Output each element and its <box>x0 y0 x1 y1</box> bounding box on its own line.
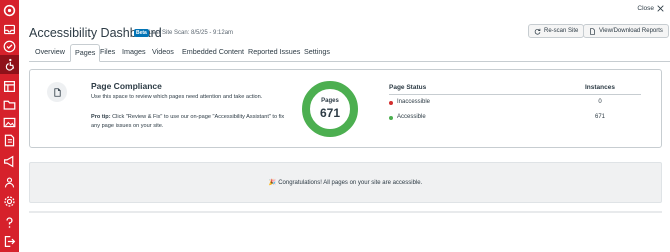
check-circle-icon[interactable] <box>2 39 17 54</box>
rescan-label: Re-scan Site <box>544 28 579 34</box>
donut-value: 671 <box>319 106 341 120</box>
rescan-button[interactable]: Re-scan Site <box>528 24 585 38</box>
images-icon[interactable] <box>2 115 17 130</box>
pro-tip-label: Pro tip: <box>91 114 111 120</box>
close-label: Close <box>637 5 654 12</box>
tab-reported-issues[interactable]: Reported Issues <box>248 47 300 56</box>
last-scan-text: Last Site Scan: 8/5/25 - 9:12am <box>149 30 234 36</box>
tab-overview[interactable]: Overview <box>35 47 65 56</box>
status-label-accessible: Accessible <box>397 114 426 120</box>
inbox-icon[interactable] <box>2 22 17 37</box>
tab-bar: Overview Pages Files Images Videos Embed… <box>29 44 670 62</box>
congratulations-banner: 🎉 Congratulations! All pages on your sit… <box>29 162 662 203</box>
document-icon <box>590 27 595 35</box>
status-dot-accessible <box>389 116 393 120</box>
download-reports-label: View/Download Reports <box>599 28 663 34</box>
logo-icon[interactable] <box>2 3 17 18</box>
users-icon[interactable] <box>2 175 17 190</box>
tab-videos[interactable]: Videos <box>152 47 174 56</box>
document-icon <box>47 82 67 102</box>
status-value-accessible: 671 <box>594 114 605 120</box>
refresh-icon <box>534 28 541 35</box>
pro-tip: Pro tip: Click "Review & Fix" to use our… <box>91 113 291 131</box>
instances-column-header: Instances <box>585 84 615 91</box>
help-icon[interactable] <box>2 215 17 230</box>
main-content: Close Accessibility Dashboard Beta Last … <box>19 0 670 252</box>
settings-icon[interactable] <box>2 194 17 209</box>
divider <box>29 211 662 213</box>
tab-embedded-content[interactable]: Embedded Content <box>182 47 244 56</box>
page-compliance-panel: Page Compliance Use this space to review… <box>29 69 662 148</box>
pro-tip-text: Click "Review & Fix" to use our on-page … <box>91 114 285 129</box>
folder-icon[interactable] <box>2 97 17 112</box>
document-money-icon[interactable] <box>2 133 17 148</box>
close-button[interactable]: Close <box>637 5 664 12</box>
congratulations-message: Congratulations! All pages on your site … <box>278 179 423 186</box>
app-sidebar <box>0 0 19 252</box>
download-reports-button[interactable]: View/Download Reports <box>583 24 669 38</box>
close-icon <box>657 5 664 12</box>
tab-settings[interactable]: Settings <box>304 47 330 56</box>
beta-badge: Beta <box>134 29 149 37</box>
layout-icon[interactable] <box>2 79 17 94</box>
table-divider <box>389 94 641 95</box>
party-icon: 🎉 <box>268 180 277 186</box>
compliance-title: Page Compliance <box>91 81 162 91</box>
status-label-inaccessible: Inaccessible <box>397 99 431 105</box>
logout-icon[interactable] <box>2 234 17 249</box>
compliance-description: Use this space to review which pages nee… <box>91 94 263 100</box>
tab-files[interactable]: Files <box>100 47 115 56</box>
accessibility-icon[interactable] <box>0 55 19 74</box>
tab-images[interactable]: Images <box>122 47 146 56</box>
tab-pages[interactable]: Pages <box>70 44 101 62</box>
megaphone-icon[interactable] <box>2 154 17 169</box>
status-value-inaccessible: 0 <box>598 99 602 105</box>
status-dot-inaccessible <box>389 101 393 105</box>
donut-label: Pages <box>321 98 339 104</box>
status-column-header: Page Status <box>389 84 427 91</box>
